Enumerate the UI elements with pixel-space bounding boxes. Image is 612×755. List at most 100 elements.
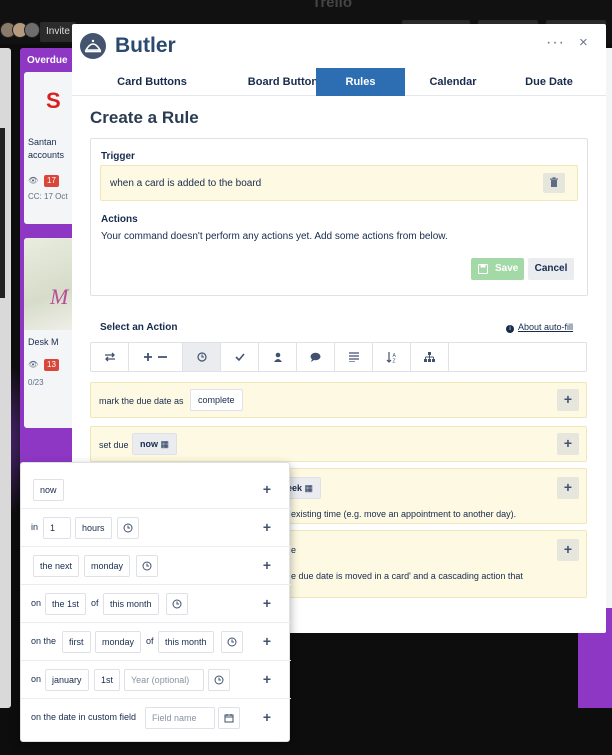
option-row[interactable]: on the date in custom field Field name + <box>21 699 291 737</box>
year-input[interactable]: Year (optional) <box>124 669 204 691</box>
board-list-partial <box>0 48 11 708</box>
card-meta: CC: 17 Oct <box>28 192 68 201</box>
clock-icon[interactable] <box>166 593 188 615</box>
add-action-button[interactable]: + <box>557 477 579 499</box>
relative-select[interactable]: the next <box>33 555 80 577</box>
option-row[interactable]: in 1 hours + <box>21 509 291 547</box>
add-action-button[interactable]: + <box>557 389 579 411</box>
action-mark-due-complete: mark the due date as complete + <box>90 382 587 418</box>
action-hint: existing time (e.g. move an appointment … <box>291 509 517 519</box>
checklist-count: 0/23 <box>28 378 44 387</box>
add-option-button[interactable]: + <box>259 709 275 725</box>
option-text: on the date in custom field <box>31 712 137 722</box>
clock-icon[interactable] <box>183 343 221 371</box>
option-text: of <box>91 598 99 608</box>
due-badge: 13 <box>44 359 59 371</box>
add-option-button[interactable]: + <box>259 595 275 611</box>
about-autofill-link[interactable]: i About auto-fill <box>506 322 573 333</box>
option-row[interactable]: now + <box>21 471 291 509</box>
field-name-input[interactable]: Field name <box>145 707 215 729</box>
save-button[interactable]: Save <box>471 258 524 280</box>
clock-icon[interactable] <box>208 669 230 691</box>
invite-button[interactable]: Invite <box>40 22 76 42</box>
card-title: Santan <box>28 137 57 147</box>
trigger-text: when a card is added to the board <box>110 178 262 189</box>
period-select[interactable]: this month <box>158 631 214 653</box>
butler-tabs: Card Buttons Board Buttons Rules Calenda… <box>72 68 606 96</box>
option-text: on <box>31 598 42 608</box>
comment-icon[interactable] <box>297 343 335 371</box>
add-remove-icon[interactable] <box>129 343 183 371</box>
clock-icon[interactable] <box>117 517 139 539</box>
option-row[interactable]: on the 1st of this month + <box>21 585 291 623</box>
option-text: in <box>31 522 39 532</box>
calendar-icon: ▦ <box>160 439 170 449</box>
add-option-button[interactable]: + <box>259 519 275 535</box>
number-input[interactable]: 1 <box>43 517 71 539</box>
option-row[interactable]: the next monday + <box>21 547 291 585</box>
check-icon[interactable] <box>221 343 259 371</box>
add-action-button[interactable]: + <box>557 539 579 561</box>
hierarchy-icon[interactable] <box>411 343 449 371</box>
tab-calendar[interactable]: Calendar <box>413 68 493 96</box>
card-title: accounts <box>28 150 65 160</box>
action-text: set due <box>99 440 129 450</box>
unit-select[interactable]: hours <box>75 517 112 539</box>
action-set-due: set due now ▦ + <box>90 426 587 462</box>
tab-card-buttons[interactable]: Card Buttons <box>82 68 222 96</box>
actions-label: Actions <box>101 214 138 225</box>
tab-due-date[interactable]: Due Date <box>509 68 589 96</box>
action-hint: e due date is moved in a card' and a cas… <box>291 571 523 581</box>
santander-logo: S <box>46 88 61 113</box>
due-time-value: now <box>140 439 158 449</box>
now-chip[interactable]: now <box>33 479 64 501</box>
add-option-button[interactable]: + <box>259 481 275 497</box>
select-action-label: Select an Action <box>100 322 178 333</box>
period-select[interactable]: this month <box>103 593 159 615</box>
eye-icon: 👁 <box>28 360 39 369</box>
weekday-select[interactable]: monday <box>95 631 142 653</box>
sort-icon[interactable]: AZ <box>373 343 411 371</box>
option-text: of <box>146 636 154 646</box>
due-time-select[interactable]: now ▦ <box>132 433 178 455</box>
add-option-button[interactable]: + <box>259 633 275 649</box>
day-select[interactable]: 1st <box>94 669 121 691</box>
rule-builder: Trigger when a card is added to the boar… <box>90 138 588 296</box>
trigger-row: when a card is added to the board <box>100 165 578 201</box>
day-select[interactable]: the 1st <box>45 593 87 615</box>
action-text: mark the due date as <box>99 396 184 406</box>
tab-rules[interactable]: Rules <box>316 68 405 96</box>
add-option-button[interactable]: + <box>259 557 275 573</box>
description-icon[interactable] <box>335 343 373 371</box>
month-select[interactable]: january <box>45 669 89 691</box>
card-title: Desk M <box>28 337 59 347</box>
info-icon: i <box>506 325 514 333</box>
trigger-label: Trigger <box>101 151 135 162</box>
trello-logo: Trello <box>312 0 353 11</box>
option-text: on <box>31 674 42 684</box>
trash-icon[interactable] <box>543 173 565 193</box>
user-icon[interactable] <box>259 343 297 371</box>
option-row[interactable]: on the first monday of this month + <box>21 623 291 661</box>
more-options-icon[interactable]: ··· <box>546 34 565 52</box>
cancel-button[interactable]: Cancel <box>528 258 574 280</box>
member-avatars[interactable] <box>0 22 40 42</box>
due-badge: 17 <box>44 175 59 187</box>
avatar[interactable] <box>24 22 40 38</box>
clock-icon[interactable] <box>221 631 243 653</box>
add-action-button[interactable]: + <box>557 433 579 455</box>
action-title: e <box>291 545 297 555</box>
calendar-icon[interactable] <box>218 707 240 729</box>
actions-empty-text: Your command doesn't perform any actions… <box>101 231 448 242</box>
eye-icon: 👁 <box>28 176 39 185</box>
due-status-select[interactable]: complete <box>190 389 243 411</box>
action-category-bar: AZ <box>90 342 587 372</box>
weekday-select[interactable]: monday <box>84 555 131 577</box>
option-row[interactable]: on january 1st Year (optional) + <box>21 661 291 699</box>
move-icon[interactable] <box>91 343 129 371</box>
ordinal-select[interactable]: first <box>62 631 91 653</box>
clock-icon[interactable] <box>136 555 158 577</box>
autofill-label: About auto-fill <box>518 322 574 332</box>
close-icon[interactable]: × <box>579 34 588 51</box>
add-option-button[interactable]: + <box>259 671 275 687</box>
